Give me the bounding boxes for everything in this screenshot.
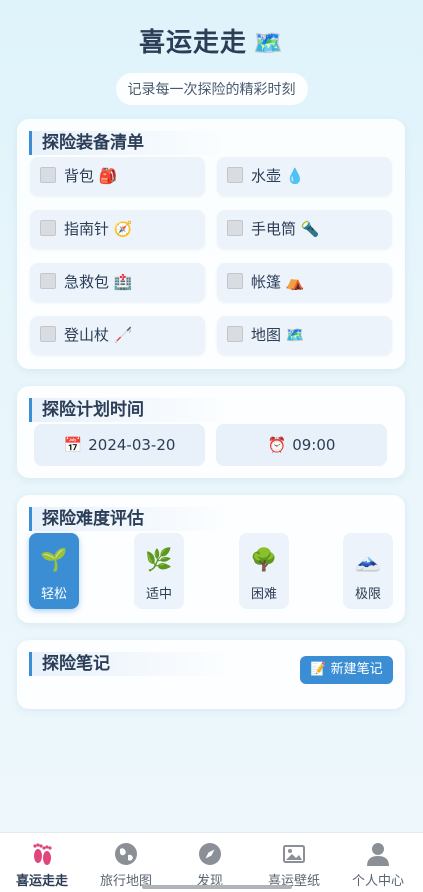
equipment-item-label: 登山杖 🦯 [64, 326, 133, 344]
equipment-item-tent[interactable]: 帐篷 ⛺ [217, 263, 392, 302]
difficulty-title: 探险难度评估 [29, 507, 229, 531]
date-picker[interactable]: 📅 2024-03-20 [34, 424, 205, 466]
equipment-item-label: 帐篷 ⛺ [251, 273, 305, 291]
equipment-item-label: 急救包 🏥 [64, 273, 133, 291]
tree-icon: 🌳 [250, 548, 278, 573]
app-title-text: 喜运走走 [139, 28, 248, 58]
herb-icon: 🌿 [145, 548, 173, 573]
globe-icon [115, 843, 137, 865]
difficulty-option-extreme[interactable]: 🗻 极限 [343, 533, 393, 609]
equipment-item-map[interactable]: 地图 🗺️ [217, 316, 392, 355]
equipment-item-trekking-pole[interactable]: 登山杖 🦯 [30, 316, 205, 355]
app-title: 喜运走走 🗺️ [0, 22, 423, 59]
tab-home[interactable]: 喜运走走 [0, 833, 84, 892]
app-subtitle: 记录每一次探险的精彩时刻 [115, 73, 308, 105]
seedling-icon: 🌱 [40, 548, 68, 573]
new-note-label: 新建笔记 [330, 662, 383, 677]
equipment-item-first-aid[interactable]: 急救包 🏥 [30, 263, 205, 302]
map-icon: 🗺️ [253, 29, 284, 57]
difficulty-card: 探险难度评估 🌱 轻松 🌿 适中 🌳 困难 🗻 极限 [17, 495, 405, 623]
checkbox-icon[interactable] [40, 273, 56, 289]
mountain-icon: 🗻 [354, 548, 382, 573]
alarm-clock-icon: ⏰ [267, 436, 287, 454]
checkbox-icon[interactable] [40, 220, 56, 236]
equipment-item-label: 手电筒 🔦 [251, 220, 320, 238]
equipment-title: 探险装备清单 [29, 131, 229, 155]
checkbox-icon[interactable] [227, 326, 243, 342]
time-value: 09:00 [292, 436, 336, 454]
equipment-item-label: 水壶 💧 [251, 167, 305, 185]
equipment-card: 探险装备清单 背包 🎒 水壶 💧 指南针 🧭 手电筒 🔦 急救包 🏥 帐篷 ⛺ … [17, 119, 405, 369]
tab-label: 个人中心 [351, 874, 404, 889]
tab-label: 喜运走走 [15, 874, 68, 889]
checkbox-icon[interactable] [227, 273, 243, 289]
checkbox-icon[interactable] [40, 167, 56, 183]
equipment-item-flashlight[interactable]: 手电筒 🔦 [217, 210, 392, 249]
checkbox-icon[interactable] [40, 326, 56, 342]
tab-profile[interactable]: 个人中心 [336, 833, 420, 892]
app-header: 喜运走走 🗺️ 记录每一次探险的精彩时刻 [0, 0, 423, 105]
footprints-icon [33, 843, 52, 865]
tab-discover[interactable]: 发现 [168, 833, 252, 892]
difficulty-option-hard[interactable]: 🌳 困难 [239, 533, 289, 609]
bottom-tab-bar: 喜运走走 旅行地图 发现 喜运壁纸 个人中心 [0, 832, 423, 892]
equipment-item-label: 背包 🎒 [64, 167, 118, 185]
time-picker[interactable]: ⏰ 09:00 [216, 424, 387, 466]
difficulty-label: 极限 [354, 587, 381, 602]
difficulty-label: 适中 [145, 587, 172, 602]
checkbox-icon[interactable] [227, 220, 243, 236]
equipment-item-label: 指南针 🧭 [64, 220, 133, 238]
new-note-button[interactable]: 📝 新建笔记 [300, 656, 393, 684]
difficulty-label: 轻松 [40, 587, 67, 602]
notes-title: 探险笔记 [29, 652, 229, 676]
tab-wallpaper[interactable]: 喜运壁纸 [252, 833, 336, 892]
difficulty-option-easy[interactable]: 🌱 轻松 [29, 533, 79, 609]
plan-title: 探险计划时间 [29, 398, 229, 422]
notes-card: 探险笔记 📝 新建笔记 [17, 640, 405, 709]
equipment-item-kettle[interactable]: 水壶 💧 [217, 157, 392, 196]
equipment-item-compass[interactable]: 指南针 🧭 [30, 210, 205, 249]
date-value: 2024-03-20 [88, 436, 176, 454]
equipment-item-backpack[interactable]: 背包 🎒 [30, 157, 205, 196]
home-indicator [142, 885, 292, 889]
checkbox-icon[interactable] [227, 167, 243, 183]
memo-icon: 📝 [310, 662, 327, 677]
calendar-icon: 📅 [63, 436, 83, 454]
image-icon [283, 845, 305, 863]
person-icon [367, 843, 389, 866]
difficulty-option-medium[interactable]: 🌿 适中 [134, 533, 184, 609]
equipment-item-label: 地图 🗺️ [251, 326, 305, 344]
tab-travel-map[interactable]: 旅行地图 [84, 833, 168, 892]
difficulty-label: 困难 [250, 587, 277, 602]
compass-icon [199, 843, 221, 865]
plan-card: 探险计划时间 📅 2024-03-20 ⏰ 09:00 [17, 386, 405, 478]
